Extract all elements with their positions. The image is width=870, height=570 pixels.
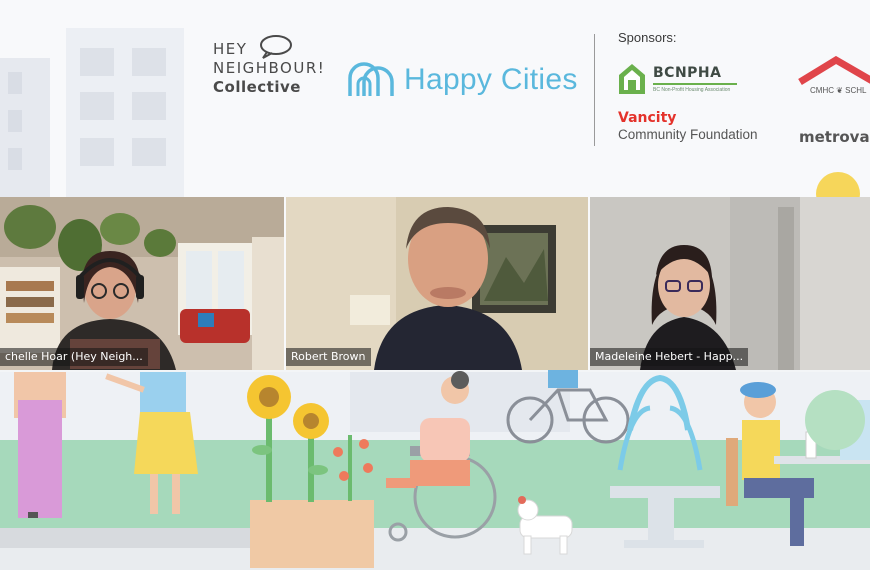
vancity-name: Vancity [618, 110, 677, 126]
video-feed-michelle [0, 197, 284, 370]
speech-bubble-icon [260, 35, 292, 59]
bcnpha-name: BCNPHA [653, 65, 722, 81]
hey-neighbour-logo: HEY NEIGHBOUR! Collective [213, 35, 326, 97]
bcnpha-subtitle: BC Non-Profit Housing Association [653, 87, 731, 93]
bcnpha-house-icon [619, 64, 645, 94]
participant-name-label: chelle Hoar (Hey Neigh... [0, 348, 148, 366]
happy-cities-text: Happy Cities [404, 63, 578, 96]
collective-text: Collective [213, 78, 301, 96]
video-tile-robert[interactable]: Robert Brown [286, 197, 588, 370]
bcnpha-logo: BCNPHA BC Non-Profit Housing Association [617, 62, 737, 96]
video-tile-michelle[interactable]: chelle Hoar (Hey Neigh... [0, 197, 284, 370]
video-feed-robert [286, 197, 588, 370]
neighbour-text: NEIGHBOUR! [213, 59, 326, 77]
video-feed-madeleine [590, 197, 870, 370]
happy-cities-arches-icon [348, 62, 394, 96]
cmhc-text: CMHC ❦ SCHL [810, 86, 867, 95]
bcnpha-underline [653, 83, 737, 85]
metro-vancouver-logo: metrovancouver [799, 128, 870, 146]
cmhc-roof-icon [798, 56, 870, 85]
sponsors-label: Sponsors: [618, 30, 677, 45]
banner-divider [594, 34, 595, 146]
participant-name-label: Robert Brown [286, 348, 371, 366]
happy-cities-logo: Happy Cities [346, 62, 578, 98]
vancity-subtitle: Community Foundation [618, 127, 758, 142]
vancity-logo: Vancity Community Foundation [618, 110, 758, 142]
participant-name-label: Madeleine Hebert - Happ... [590, 348, 749, 366]
cmhc-logo: CMHC ❦ SCHL [798, 56, 870, 100]
video-tile-madeleine[interactable]: Madeleine Hebert - Happ... [590, 197, 870, 370]
